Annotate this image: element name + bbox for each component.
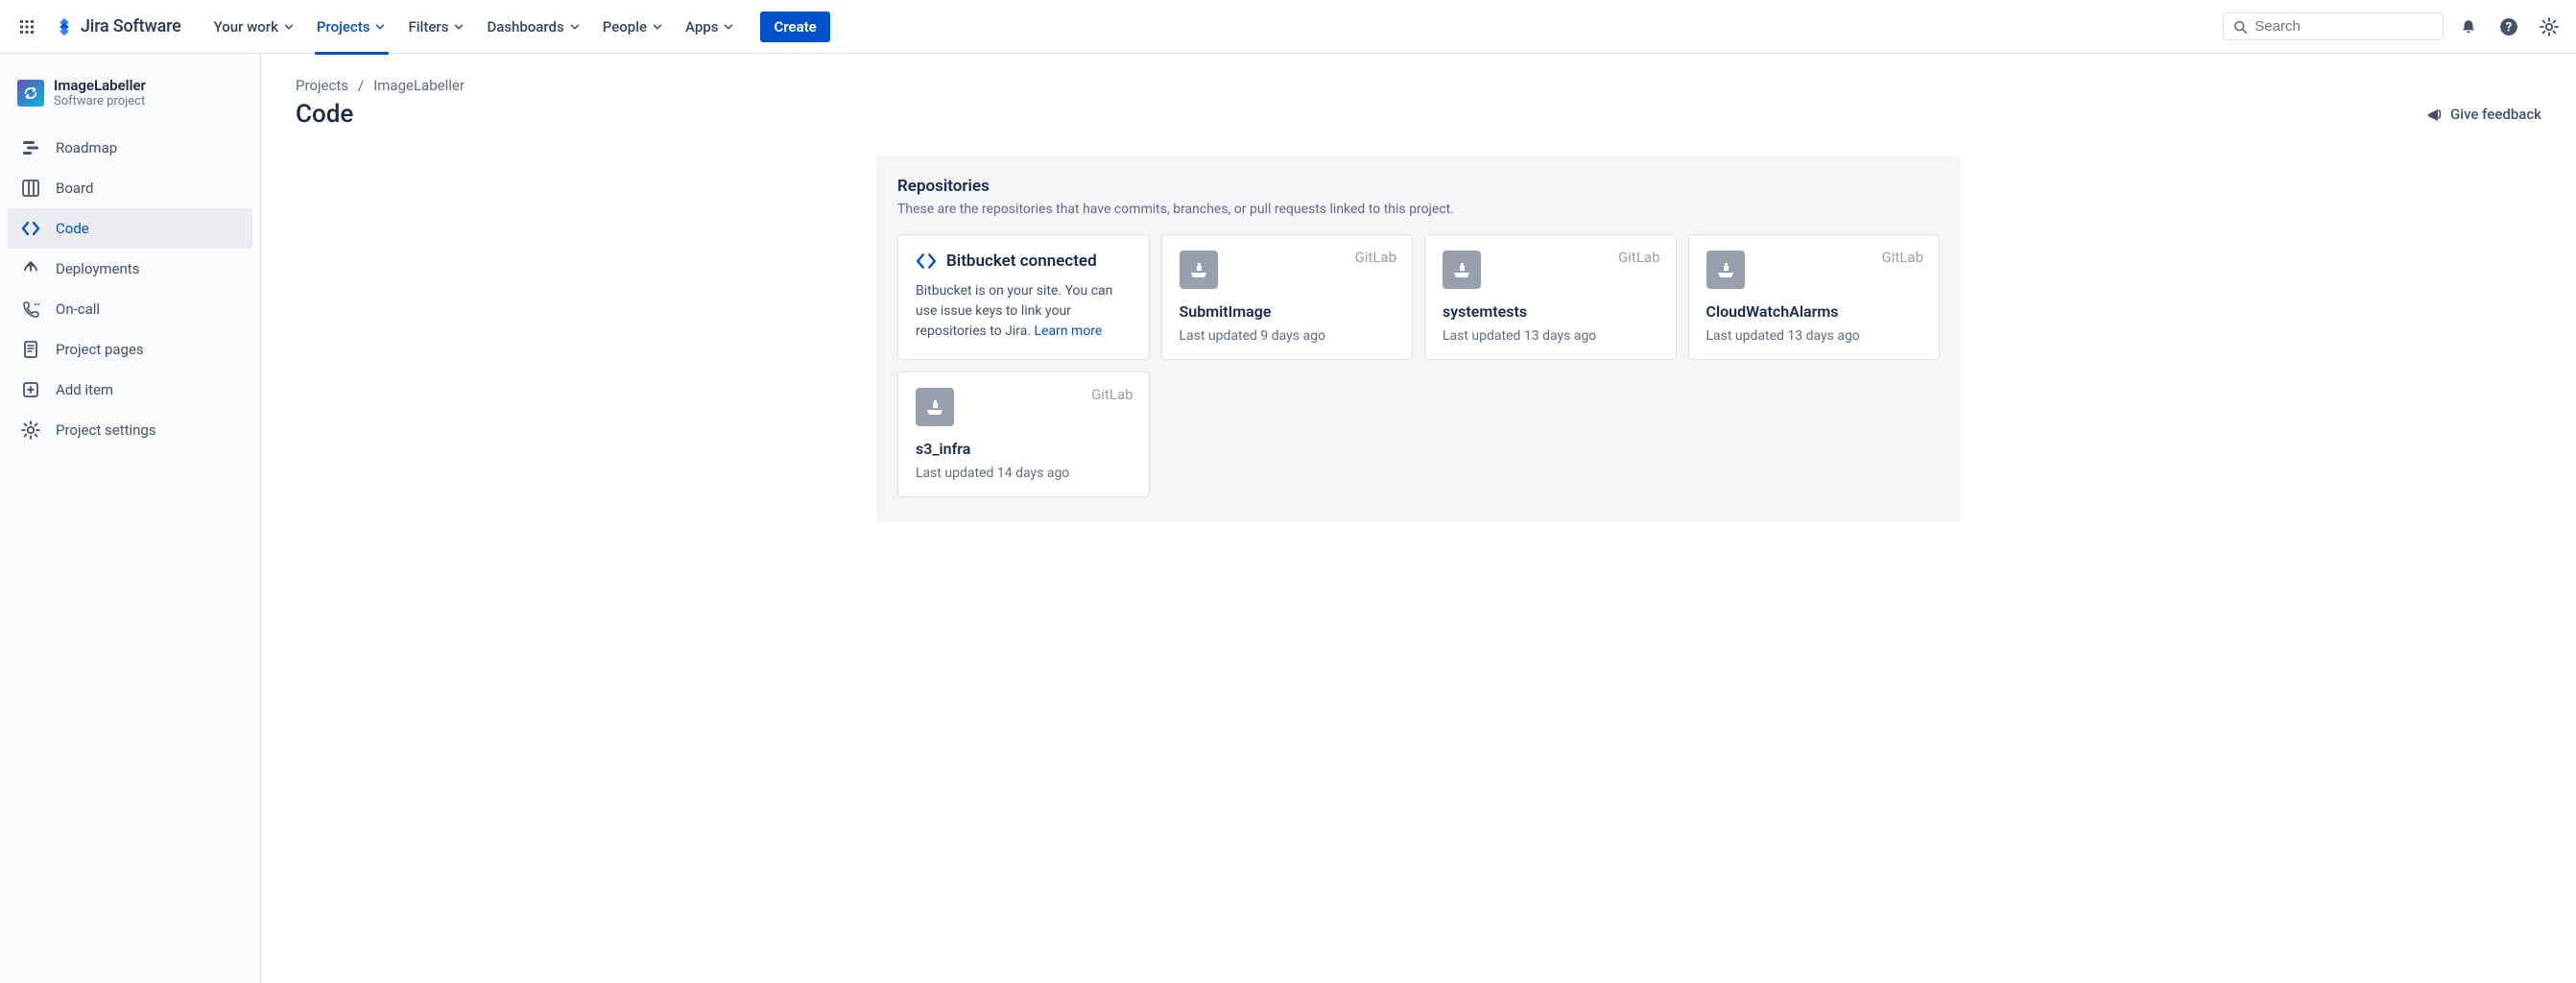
panel-subtitle: These are the repositories that have com…	[897, 202, 1940, 217]
repo-card[interactable]: GitLab s3_infra Last updated 14 days ago	[897, 372, 1150, 497]
repo-updated: Last updated 14 days ago	[916, 466, 1132, 481]
chevron-down-icon	[452, 20, 465, 34]
top-nav: Jira Software Your work Projects Filters…	[0, 0, 2576, 54]
repo-provider: GitLab	[1882, 249, 1923, 266]
deploy-icon	[19, 257, 42, 280]
repo-icon	[1443, 251, 1481, 289]
main-content: Projects / ImageLabeller Code Give feedb…	[261, 54, 2576, 983]
nav-apps[interactable]: Apps	[676, 12, 745, 41]
board-icon	[19, 177, 42, 200]
settings-icon[interactable]	[2534, 12, 2564, 42]
project-sidebar: ImageLabeller Software project Roadmap B…	[0, 54, 261, 983]
repo-provider: GitLab	[1091, 386, 1133, 403]
code-icon	[19, 217, 42, 240]
project-type: Software project	[54, 94, 146, 108]
repo-name: SubmitImage	[1180, 302, 1395, 321]
nav-projects[interactable]: Projects	[307, 12, 397, 41]
repo-icon	[1706, 251, 1745, 289]
repo-card[interactable]: GitLab systemtests Last updated 13 days …	[1424, 234, 1677, 360]
repo-icon	[1180, 251, 1218, 289]
code-icon	[916, 251, 937, 272]
sidebar-item-oncall[interactable]: On-call	[8, 289, 252, 329]
breadcrumb: Projects / ImageLabeller	[296, 77, 2541, 94]
nav-dashboards[interactable]: Dashboards	[477, 12, 590, 41]
repo-updated: Last updated 13 days ago	[1706, 328, 1922, 344]
chevron-down-icon	[282, 20, 296, 34]
sidebar-item-settings[interactable]: Project settings	[8, 410, 252, 450]
repo-provider: GitLab	[1355, 249, 1396, 266]
breadcrumb-current[interactable]: ImageLabeller	[373, 77, 465, 94]
panel-title: Repositories	[897, 177, 1940, 196]
sidebar-item-board[interactable]: Board	[8, 168, 252, 208]
primary-nav: Your work Projects Filters Dashboards Pe…	[204, 12, 830, 42]
jira-logo[interactable]: Jira Software	[46, 16, 189, 37]
project-header[interactable]: ImageLabeller Software project	[8, 73, 252, 128]
sidebar-item-additem[interactable]: Add item	[8, 370, 252, 410]
add-icon	[19, 378, 42, 401]
give-feedback-button[interactable]: Give feedback	[2425, 106, 2541, 123]
nav-filters[interactable]: Filters	[398, 12, 475, 41]
sidebar-item-deployments[interactable]: Deployments	[8, 249, 252, 289]
oncall-icon	[19, 298, 42, 321]
project-avatar-icon	[17, 80, 44, 107]
chevron-down-icon	[373, 20, 387, 34]
search-icon	[2233, 19, 2247, 35]
chevron-down-icon	[651, 20, 664, 34]
roadmap-icon	[19, 136, 42, 159]
repo-provider: GitLab	[1618, 249, 1659, 266]
sidebar-item-pages[interactable]: Project pages	[8, 329, 252, 370]
create-button[interactable]: Create	[760, 12, 829, 42]
sidebar-item-roadmap[interactable]: Roadmap	[8, 128, 252, 168]
global-search[interactable]	[2223, 12, 2444, 40]
repo-card[interactable]: GitLab CloudWatchAlarms Last updated 13 …	[1688, 234, 1941, 360]
learn-more-link[interactable]: Learn more	[1035, 324, 1103, 339]
repo-icon	[916, 388, 954, 426]
repo-name: systemtests	[1443, 302, 1658, 321]
repo-name: s3_infra	[916, 440, 1132, 458]
chevron-down-icon	[722, 20, 735, 34]
breadcrumb-root[interactable]: Projects	[296, 77, 348, 94]
nav-your-work[interactable]: Your work	[204, 12, 305, 41]
gear-icon	[19, 419, 42, 442]
repo-card[interactable]: GitLab SubmitImage Last updated 9 days a…	[1161, 234, 1414, 360]
product-name: Jira Software	[81, 16, 181, 36]
help-icon[interactable]	[2493, 12, 2524, 42]
repo-name: CloudWatchAlarms	[1706, 302, 1922, 321]
jira-logo-icon	[54, 16, 75, 37]
megaphone-icon	[2425, 106, 2443, 123]
project-name: ImageLabeller	[54, 77, 146, 94]
notifications-icon[interactable]	[2453, 12, 2484, 42]
page-title: Code	[296, 100, 353, 129]
sidebar-item-code[interactable]: Code	[8, 208, 252, 249]
pages-icon	[19, 338, 42, 361]
repo-updated: Last updated 9 days ago	[1180, 328, 1395, 344]
search-input[interactable]	[2254, 18, 2433, 35]
repo-updated: Last updated 13 days ago	[1443, 328, 1658, 344]
bitbucket-info-card: Bitbucket connected Bitbucket is on your…	[897, 234, 1150, 360]
bitbucket-heading: Bitbucket connected	[946, 252, 1097, 271]
chevron-down-icon	[568, 20, 582, 34]
app-switcher-icon[interactable]	[12, 12, 42, 42]
repositories-panel: Repositories These are the repositories …	[876, 156, 1961, 522]
nav-people[interactable]: People	[593, 12, 674, 41]
